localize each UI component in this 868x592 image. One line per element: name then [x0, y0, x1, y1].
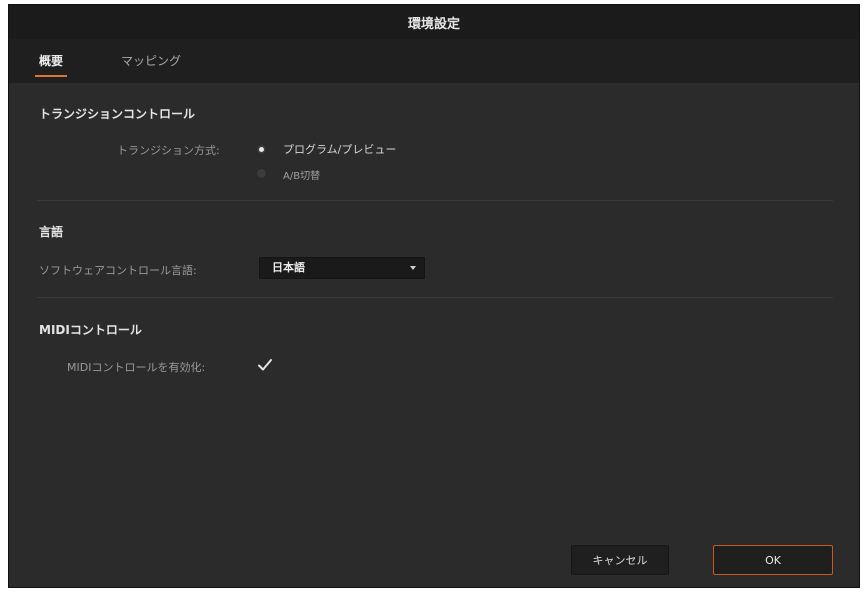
language-field-label: ソフトウェアコントロール言語:	[39, 264, 197, 277]
cancel-button[interactable]: キャンセル	[571, 545, 669, 575]
section-divider	[37, 297, 833, 298]
radio-program-preview-label[interactable]: プログラム/プレビュー	[283, 141, 396, 157]
radio-ab-switch[interactable]	[256, 168, 267, 179]
midi-enable-label: MIDIコントロールを有効化:	[67, 361, 206, 374]
preferences-window: 環境設定 概要 マッピング トランジションコントロール トランジション方式: プ…	[8, 4, 860, 588]
midi-enable-checkbox[interactable]	[257, 357, 273, 373]
radio-ab-switch-label[interactable]: A/B切替	[283, 167, 320, 182]
language-select-value: 日本語	[272, 261, 305, 274]
checkmark-icon	[258, 359, 272, 371]
tab-bar: 概要 マッピング	[9, 39, 859, 83]
language-section-title: 言語	[39, 225, 64, 239]
radio-program-preview[interactable]	[256, 144, 267, 155]
midi-section-title: MIDIコントロール	[39, 323, 142, 337]
section-divider	[37, 200, 833, 201]
chevron-down-icon	[410, 266, 416, 270]
window-title: 環境設定	[407, 16, 460, 32]
language-select[interactable]: 日本語	[259, 257, 425, 279]
tab-overview[interactable]: 概要	[34, 39, 68, 83]
ok-button[interactable]: OK	[713, 545, 833, 575]
transition-section-title: トランジションコントロール	[39, 107, 196, 121]
transition-method-label: トランジション方式:	[117, 144, 220, 157]
window-titlebar: 環境設定	[9, 5, 859, 39]
tab-mapping[interactable]: マッピング	[121, 39, 181, 83]
